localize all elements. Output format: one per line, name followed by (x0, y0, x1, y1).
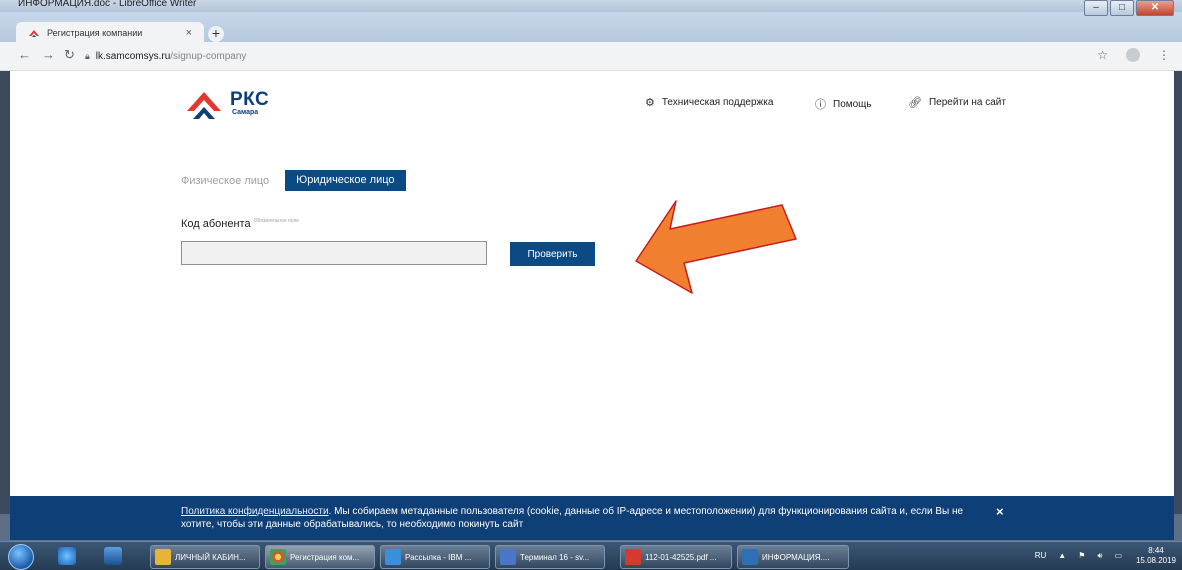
taskbar-item-label: Рассылка - IBM ... (405, 552, 472, 562)
minimize-button[interactable]: – (1084, 0, 1108, 16)
bookmark-star-icon[interactable]: ☆ (1097, 48, 1108, 62)
check-button[interactable]: Проверить (510, 242, 595, 266)
tab-individual[interactable]: Физическое лицо (181, 175, 269, 187)
windows-taskbar: ЛИЧНЫЙ КАБИН... Регистрация ком... Рассы… (0, 541, 1182, 570)
taskbar-item[interactable]: Регистрация ком... (265, 545, 375, 569)
url-path: /signup-company (170, 51, 247, 62)
volume-icon[interactable]: 🔊︎ (1097, 551, 1102, 561)
forward-arrow-icon[interactable]: → (42, 47, 55, 62)
privacy-policy-link[interactable]: Политика конфиденциальности (181, 506, 329, 517)
show-hidden-icons-icon[interactable]: ▲ (1058, 551, 1066, 561)
system-tray: RU ▲ ⚑ 🔊︎ ▭ (1035, 551, 1122, 561)
browser-tabstrip: Регистрация компании × + (0, 12, 1182, 44)
browser-tab[interactable]: Регистрация компании × (16, 22, 204, 44)
folder-icon (155, 549, 171, 565)
menu-kebab-icon[interactable]: ⋮ (1158, 48, 1170, 62)
outer-window-titlebar: ИНФОРМАЦИЯ.doc - LibreOffice Writer (0, 0, 1182, 12)
taskbar-item-label: ЛИЧНЫЙ КАБИН... (175, 552, 246, 562)
clock-time: 8:44 (1148, 546, 1164, 555)
rks-logo[interactable]: РКС Самара (184, 85, 294, 125)
taskbar-item[interactable]: ЛИЧНЫЙ КАБИН... (150, 545, 260, 569)
language-indicator[interactable]: RU (1035, 551, 1047, 561)
network-icon[interactable]: ▭ (1114, 551, 1122, 561)
lock-icon: 🔒︎ (85, 51, 90, 61)
page-content: РКС Самара ⚙ Техническая поддержка ⓘ Пом… (10, 71, 1174, 514)
maximize-button[interactable]: □ (1110, 0, 1134, 16)
taskbar-item-label: 112-01-42525.pdf ... (645, 552, 717, 562)
subscriber-code-label-text: Код абонента (181, 218, 251, 230)
new-tab-button[interactable]: + (208, 26, 224, 42)
nav-site[interactable]: 🔗︎ Перейти на сайт (908, 96, 1006, 109)
reload-icon[interactable]: ↻ (64, 47, 75, 63)
nav-support-label: Техническая поддержка (661, 97, 774, 108)
logo-city: Самара (232, 109, 259, 116)
action-center-flag-icon[interactable]: ⚑ (1078, 551, 1085, 561)
ibm-notes-icon (385, 549, 401, 565)
back-arrow-icon[interactable]: ← (18, 47, 31, 62)
tab-legal-entity[interactable]: Юридическое лицо (285, 170, 406, 191)
start-button-icon[interactable] (8, 544, 34, 570)
outer-window-title: ИНФОРМАЦИЯ.doc - LibreOffice Writer (18, 0, 197, 9)
pdf-icon (625, 549, 641, 565)
cookie-close-icon[interactable]: × (996, 504, 1004, 519)
subscriber-code-input[interactable] (181, 241, 487, 265)
profile-avatar-icon[interactable] (1126, 48, 1140, 62)
orange-arrow-annotation (635, 200, 797, 294)
gear-icon: ⚙ (645, 97, 655, 109)
taskbar-item-label: Регистрация ком... (290, 552, 360, 562)
rks-logo-icon (185, 86, 223, 124)
terminal-icon (500, 549, 516, 565)
nav-help-label: Помощь (833, 98, 872, 110)
close-window-button[interactable]: ✕ (1136, 0, 1174, 16)
ie-icon[interactable] (58, 547, 76, 565)
writer-document-icon (742, 549, 758, 565)
nav-support[interactable]: ⚙ Техническая поддержка (645, 96, 773, 109)
clock-date: 15.08.2019 (1135, 556, 1176, 565)
taskbar-item[interactable]: Рассылка - IBM ... (380, 545, 490, 569)
taskbar-item-label: ИНФОРМАЦИЯ.... (762, 552, 830, 562)
help-circle-icon: ⓘ (815, 99, 826, 111)
media-player-icon[interactable] (104, 547, 122, 565)
cookie-text: Политика конфиденциальности. Мы собираем… (181, 505, 971, 531)
taskbar-item[interactable]: ИНФОРМАЦИЯ.... (737, 545, 849, 569)
chrome-icon (270, 549, 286, 565)
tab-close-icon[interactable]: × (186, 27, 192, 39)
taskbar-item[interactable]: Терминал 16 - sv... (495, 545, 605, 569)
nav-site-label: Перейти на сайт (928, 97, 1006, 108)
required-note: Обязательное поле (253, 218, 300, 224)
clock[interactable]: 8:44 15.08.2019 (1136, 546, 1176, 566)
logo-brand: РКС (230, 89, 270, 110)
link-icon: 🔗︎ (908, 97, 922, 109)
nav-help[interactable]: ⓘ Помощь (815, 96, 872, 112)
browser-toolbar: ← → ↻ 🔒︎ lk.samcomsys.ru/signup-company ☆… (0, 42, 1182, 71)
tab-title: Регистрация компании (47, 28, 143, 38)
page-viewport: РКС Самара ⚙ Техническая поддержка ⓘ Пом… (0, 71, 1182, 514)
rks-favicon-icon (29, 30, 39, 37)
person-type-switch: Физическое лицо Юридическое лицо (181, 170, 406, 191)
toolbar-right: ☆ ⋮ (1097, 48, 1170, 62)
subscriber-code-label: Код абонента Обязательное поле (181, 218, 299, 230)
url-host: lk.samcomsys.ru (95, 51, 171, 62)
window-controls: – □ ✕ (1084, 0, 1174, 18)
taskbar-item[interactable]: 112-01-42525.pdf ... (620, 545, 732, 569)
taskbar-item-label: Терминал 16 - sv... (520, 552, 590, 562)
cookie-banner: Политика конфиденциальности. Мы собираем… (10, 496, 1174, 540)
address-bar[interactable]: 🔒︎ lk.samcomsys.ru/signup-company (85, 47, 1085, 65)
